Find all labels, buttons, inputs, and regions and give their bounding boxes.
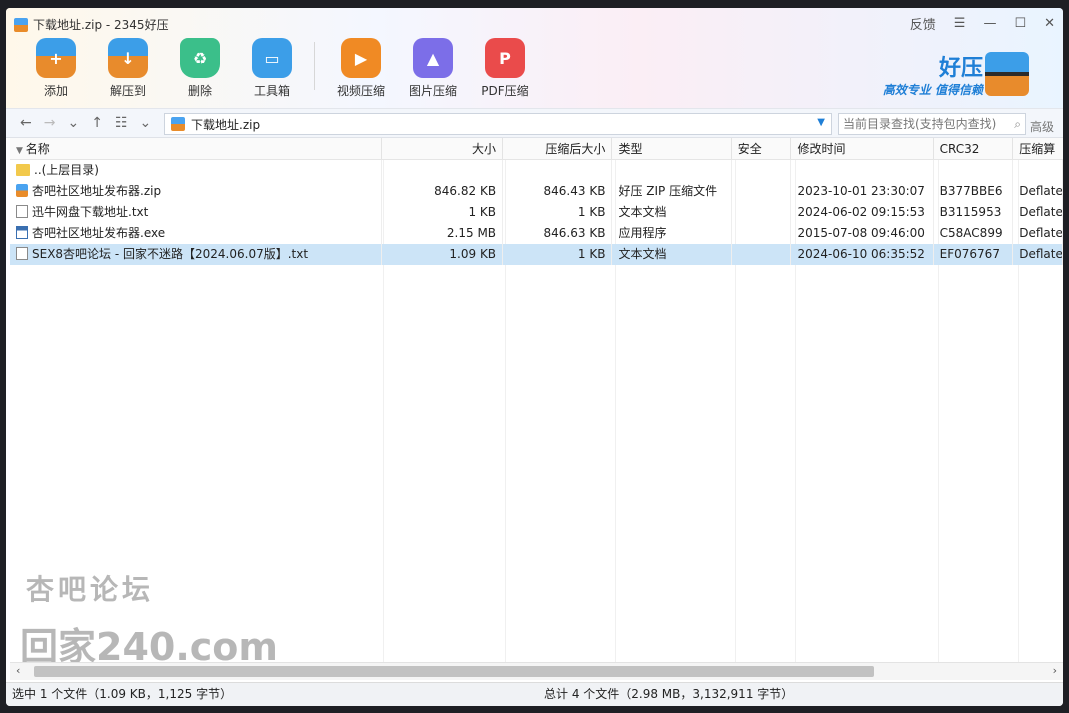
- file-rows: ..(上层目录) 杏吧社区地址发布器.zip 846.82 KB 846.43 …: [10, 160, 1063, 265]
- path-text: 下载地址.zip: [191, 117, 261, 132]
- toolbox-button[interactable]: ▭ 工具箱: [236, 38, 308, 99]
- maximize-button[interactable]: ☐: [1014, 16, 1026, 31]
- image-compress-button[interactable]: ▲ 图片压缩: [397, 38, 469, 99]
- recycle-icon: ♻: [180, 38, 220, 78]
- file-row-selected[interactable]: SEX8杏吧论坛 - 回家不迷路【2024.06.07版】.txt 1.09 K…: [10, 244, 1063, 265]
- video-compress-button[interactable]: ▶ 视频压缩: [325, 38, 397, 99]
- text-file-icon: [16, 205, 28, 218]
- window-title-text: 下载地址.zip - 2345好压: [33, 18, 169, 32]
- image-icon: ▲: [413, 38, 453, 78]
- view-mode-icon[interactable]: ☷: [115, 115, 128, 131]
- zip-icon: [171, 117, 185, 131]
- horizontal-scrollbar[interactable]: ‹ ›: [10, 662, 1063, 680]
- column-security[interactable]: 安全: [732, 138, 792, 159]
- column-crc32[interactable]: CRC32: [934, 138, 1014, 159]
- scroll-left-icon[interactable]: ‹: [16, 664, 20, 677]
- app-window: 下载地址.zip - 2345好压 反馈 ☰ — ☐ ✕ + 添加 ↓ 解压到 …: [6, 8, 1063, 706]
- video-compress-label: 视频压缩: [336, 84, 385, 98]
- title-bar: 下载地址.zip - 2345好压 反馈 ☰ — ☐ ✕ + 添加 ↓ 解压到 …: [6, 8, 1063, 108]
- column-type[interactable]: 类型: [612, 138, 732, 159]
- toolbar-separator: [314, 42, 315, 90]
- video-icon: ▶: [341, 38, 381, 78]
- feedback-button[interactable]: 反馈: [910, 14, 936, 33]
- app-icon: [14, 17, 28, 32]
- advanced-search-button[interactable]: 高级: [1030, 118, 1054, 135]
- nav-buttons: ← → ⌄ ↑ ☷ ⌄: [20, 115, 151, 131]
- column-compressed-size[interactable]: 压缩后大小: [503, 138, 613, 159]
- forward-icon[interactable]: →: [44, 115, 56, 131]
- extract-label: 解压到: [109, 84, 146, 98]
- search-placeholder: 当前目录查找(支持包内查找): [843, 117, 997, 131]
- column-size[interactable]: 大小: [382, 138, 504, 159]
- search-icon[interactable]: ⌕: [1014, 114, 1021, 134]
- brand-slogan: 高效专业 值得信赖: [882, 83, 983, 97]
- extract-icon: ↓: [108, 38, 148, 78]
- file-row[interactable]: ..(上层目录): [10, 160, 1063, 181]
- image-compress-label: 图片压缩: [408, 84, 457, 98]
- pdf-icon: P: [485, 38, 525, 78]
- pdf-compress-label: PDF压缩: [481, 84, 529, 98]
- delete-button[interactable]: ♻ 删除: [164, 38, 236, 99]
- back-icon[interactable]: ←: [20, 115, 32, 131]
- history-dropdown-icon[interactable]: ⌄: [67, 115, 79, 131]
- folder-icon: [16, 164, 30, 176]
- scroll-thumb[interactable]: [34, 666, 874, 677]
- scroll-right-icon[interactable]: ›: [1053, 664, 1057, 677]
- path-dropdown-icon[interactable]: ▼: [817, 117, 825, 128]
- add-label: 添加: [43, 84, 68, 98]
- view-dropdown-icon[interactable]: ⌄: [140, 115, 152, 131]
- extract-button[interactable]: ↓ 解压到: [92, 38, 164, 99]
- window-controls: 反馈 ☰ — ☐ ✕: [910, 14, 1055, 33]
- status-selection: 选中 1 个文件（1.09 KB，1,125 字节）: [12, 687, 233, 701]
- path-input[interactable]: 下载地址.zip ▼: [164, 113, 832, 135]
- file-row[interactable]: 杏吧社区地址发布器.zip 846.82 KB 846.43 KB 好压 ZIP…: [10, 181, 1063, 202]
- exe-file-icon: [16, 226, 28, 239]
- column-name[interactable]: ▼ 名称: [10, 138, 382, 159]
- up-icon[interactable]: ↑: [91, 115, 103, 131]
- column-modified[interactable]: 修改时间: [791, 138, 934, 159]
- delete-label: 删除: [187, 84, 212, 98]
- menu-icon[interactable]: ☰: [954, 16, 966, 31]
- status-total: 总计 4 个文件（2.98 MB，3,132,911 字节）: [544, 687, 794, 701]
- window-title: 下载地址.zip - 2345好压: [14, 16, 169, 33]
- close-button[interactable]: ✕: [1044, 16, 1055, 31]
- minimize-button[interactable]: —: [983, 16, 996, 31]
- zip-file-icon: [16, 184, 28, 197]
- toolbox-label: 工具箱: [253, 84, 290, 98]
- status-bar: 选中 1 个文件（1.09 KB，1,125 字节） 总计 4 个文件（2.98…: [6, 682, 1063, 706]
- text-file-icon: [16, 247, 28, 260]
- toolbox-icon: ▭: [252, 38, 292, 78]
- add-archive-icon: +: [36, 38, 76, 78]
- sort-indicator-icon: ▼: [16, 146, 26, 156]
- file-list: ▼ 名称 大小 压缩后大小 类型 安全 修改时间 CRC32 压缩算 ..(上层…: [10, 138, 1063, 662]
- address-bar: ← → ⌄ ↑ ☷ ⌄ 下载地址.zip ▼ 当前目录查找(支持包内查找) ⌕ …: [6, 108, 1063, 138]
- column-header: ▼ 名称 大小 压缩后大小 类型 安全 修改时间 CRC32 压缩算: [10, 138, 1063, 160]
- brand-name: 好压: [938, 56, 983, 81]
- file-row[interactable]: 迅牛网盘下载地址.txt 1 KB 1 KB 文本文档 2024-06-02 0…: [10, 202, 1063, 223]
- add-button[interactable]: + 添加: [20, 38, 92, 99]
- pdf-compress-button[interactable]: P PDF压缩: [469, 38, 541, 99]
- search-input[interactable]: 当前目录查找(支持包内查找) ⌕: [838, 113, 1026, 135]
- file-row[interactable]: 杏吧社区地址发布器.exe 2.15 MB 846.63 KB 应用程序 201…: [10, 223, 1063, 244]
- brand-logo-icon: [985, 52, 1029, 96]
- column-algorithm[interactable]: 压缩算: [1013, 138, 1063, 159]
- toolbar: + 添加 ↓ 解压到 ♻ 删除 ▭ 工具箱 ▶ 视频压缩 ▲ 图片压缩 P PD…: [20, 38, 541, 99]
